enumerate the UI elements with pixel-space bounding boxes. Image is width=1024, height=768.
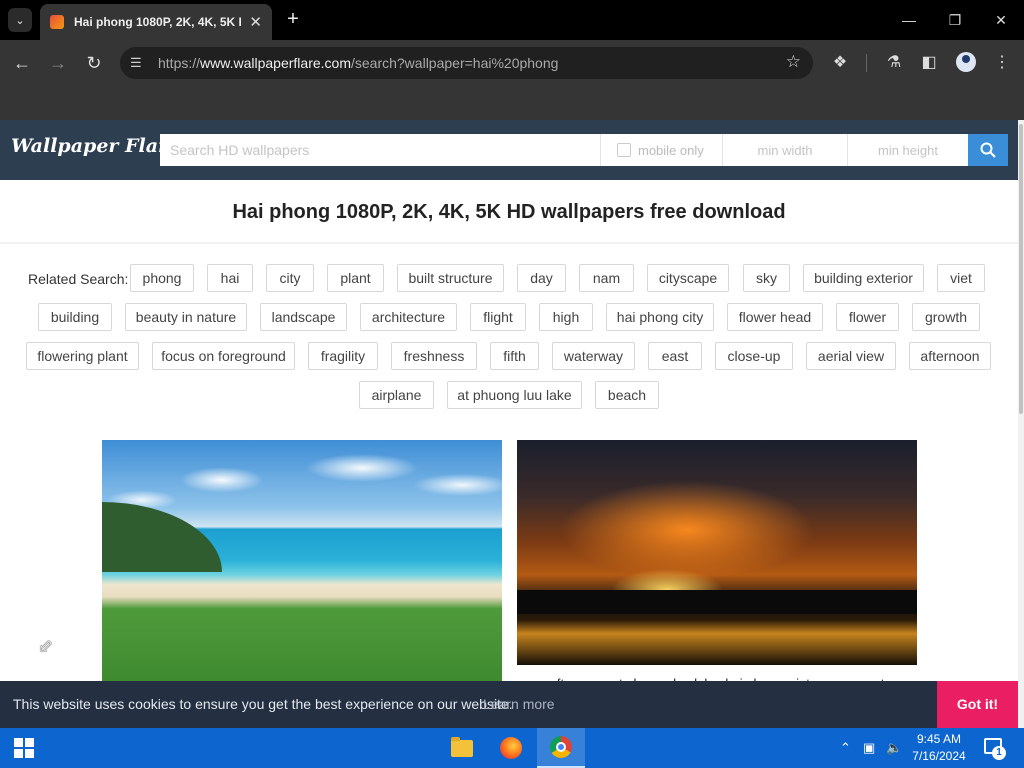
related-tag[interactable]: landscape [260, 303, 347, 331]
related-tag[interactable]: plant [327, 264, 384, 292]
scrollbar-thumb[interactable] [1019, 124, 1023, 414]
taskbar-file-explorer[interactable] [438, 728, 486, 768]
taskbar-firefox[interactable] [487, 728, 535, 768]
wallpaper-thumbnail-sunset[interactable] [517, 440, 917, 665]
related-tag[interactable]: high [539, 303, 593, 331]
related-tag[interactable]: viet [937, 264, 985, 292]
thumbnail-hill-shape [102, 502, 222, 572]
restore-window-icon[interactable]: ❐ [940, 8, 970, 32]
side-panel-icon[interactable]: ◧ [916, 50, 942, 76]
site-logo[interactable]: Wallpaper Flare [11, 135, 180, 157]
related-tag[interactable]: flowering plant [26, 342, 139, 370]
tray-chevron-up-icon[interactable]: ⌃ [840, 740, 851, 756]
related-tag[interactable]: building exterior [803, 264, 924, 292]
cookie-learn-more-link[interactable]: Learn more [483, 696, 555, 712]
thumbnail-skyline-shape [517, 590, 917, 614]
tab-title: Hai phong 1080P, 2K, 4K, 5K HD wallpaper… [74, 15, 241, 29]
cookie-accept-button[interactable]: Got it! [937, 681, 1018, 728]
windows-taskbar: ⌃ ▣ 🔈 9:45 AM 7/16/2024 1 [0, 728, 1024, 768]
search-icon [980, 142, 996, 158]
related-tag[interactable]: growth [912, 303, 980, 331]
close-window-icon[interactable]: ✕ [986, 8, 1016, 32]
related-tag[interactable]: fragility [308, 342, 378, 370]
wallpaperflare-favicon-icon [50, 15, 64, 29]
firefox-icon [500, 737, 522, 759]
mouse-cursor-icon: ⬃ [38, 636, 54, 656]
tab-search-chevron-icon[interactable]: ⌄ [8, 8, 32, 32]
related-tag[interactable]: building [38, 303, 112, 331]
related-tag[interactable]: architecture [360, 303, 457, 331]
related-tag[interactable]: freshness [391, 342, 477, 370]
related-tag[interactable]: cityscape [647, 264, 729, 292]
related-tag[interactable]: close-up [715, 342, 793, 370]
folder-icon [451, 736, 473, 757]
mobile-only-checkbox[interactable] [617, 143, 631, 157]
browser-toolbar: ← → ↻ ☰ https://www.wallpaperflare.com/s… [0, 40, 1024, 120]
mobile-only-label: mobile only [638, 142, 704, 158]
more-menu-icon[interactable]: ⋮ [989, 50, 1015, 76]
related-tag[interactable]: airplane [359, 381, 434, 409]
related-tag[interactable]: aerial view [806, 342, 896, 370]
related-tag[interactable]: nam [579, 264, 634, 292]
related-tag[interactable]: afternoon [909, 342, 991, 370]
reload-icon[interactable]: ↻ [81, 50, 107, 76]
volume-muted-icon[interactable]: 🔈 [886, 740, 902, 756]
extensions-puzzle-icon[interactable]: ❖ [827, 50, 853, 76]
network-icon[interactable]: ▣ [863, 740, 875, 756]
related-tag[interactable]: beauty in nature [125, 303, 247, 331]
address-bar[interactable]: ☰ https://www.wallpaperflare.com/search?… [120, 47, 813, 79]
toolbar-separator [866, 54, 867, 72]
minimize-icon[interactable]: — [894, 8, 924, 32]
related-tag[interactable]: focus on foreground [152, 342, 295, 370]
min-width-field[interactable] [722, 134, 847, 166]
cookie-message: This website uses cookies to ensure you … [13, 696, 513, 712]
wallpaper-thumbnail-beach[interactable] [102, 440, 502, 681]
related-tag[interactable]: phong [130, 264, 194, 292]
related-tag[interactable]: sky [743, 264, 790, 292]
related-tag[interactable]: built structure [397, 264, 504, 292]
profile-avatar-icon[interactable] [956, 52, 976, 72]
min-height-field[interactable] [847, 134, 968, 166]
bookmark-star-icon[interactable]: ☆ [786, 52, 801, 72]
chrome-icon [550, 736, 572, 758]
windows-start-icon[interactable] [14, 738, 34, 758]
related-tag[interactable]: city [266, 264, 314, 292]
page-scrollbar[interactable] [1018, 120, 1024, 728]
related-tag[interactable]: flower [836, 303, 899, 331]
page-title: Hai phong 1080P, 2K, 4K, 5K HD wallpaper… [232, 201, 786, 223]
tab-close-icon[interactable]: ✕ [249, 13, 262, 31]
search-button[interactable] [968, 134, 1008, 166]
related-tag[interactable]: waterway [552, 342, 635, 370]
back-arrow-icon[interactable]: ← [9, 50, 35, 76]
mobile-only-toggle[interactable]: mobile only [600, 134, 722, 166]
browser-tab-strip: ⌄ Hai phong 1080P, 2K, 4K, 5K HD wallpap… [0, 0, 1024, 40]
taskbar-chrome[interactable] [537, 728, 585, 768]
related-tag[interactable]: hai [207, 264, 253, 292]
site-header: Wallpaper Flare mobile only [0, 120, 1018, 180]
notification-count-badge: 1 [992, 746, 1006, 760]
forward-arrow-icon[interactable]: → [45, 50, 71, 76]
related-tag[interactable]: flight [470, 303, 526, 331]
related-tag[interactable]: beach [595, 381, 659, 409]
site-info-tune-icon[interactable]: ☰ [130, 55, 142, 71]
related-tag[interactable]: flower head [727, 303, 823, 331]
title-band: Hai phong 1080P, 2K, 4K, 5K HD wallpaper… [0, 180, 1018, 244]
new-tab-plus-icon[interactable]: + [282, 8, 304, 32]
related-tag[interactable]: at phuong luu lake [447, 381, 582, 409]
wallpaper-search-input[interactable] [160, 134, 600, 166]
clock-time: 9:45 AM [916, 732, 962, 746]
url-text[interactable]: https://www.wallpaperflare.com/search?wa… [158, 55, 558, 71]
cookie-consent-bar: This website uses cookies to ensure you … [0, 681, 1018, 728]
related-tag[interactable]: fifth [490, 342, 539, 370]
related-tag[interactable]: hai phong city [606, 303, 714, 331]
related-tag[interactable]: east [648, 342, 702, 370]
taskbar-clock[interactable]: 9:45 AM 7/16/2024 [908, 731, 970, 765]
clock-date: 7/16/2024 [912, 749, 966, 763]
labs-flask-icon[interactable]: ⚗ [881, 50, 907, 76]
related-tag[interactable]: day [517, 264, 566, 292]
browser-tab-active[interactable]: Hai phong 1080P, 2K, 4K, 5K HD wallpaper… [40, 4, 272, 40]
related-search-label: Related Search: [28, 271, 129, 287]
